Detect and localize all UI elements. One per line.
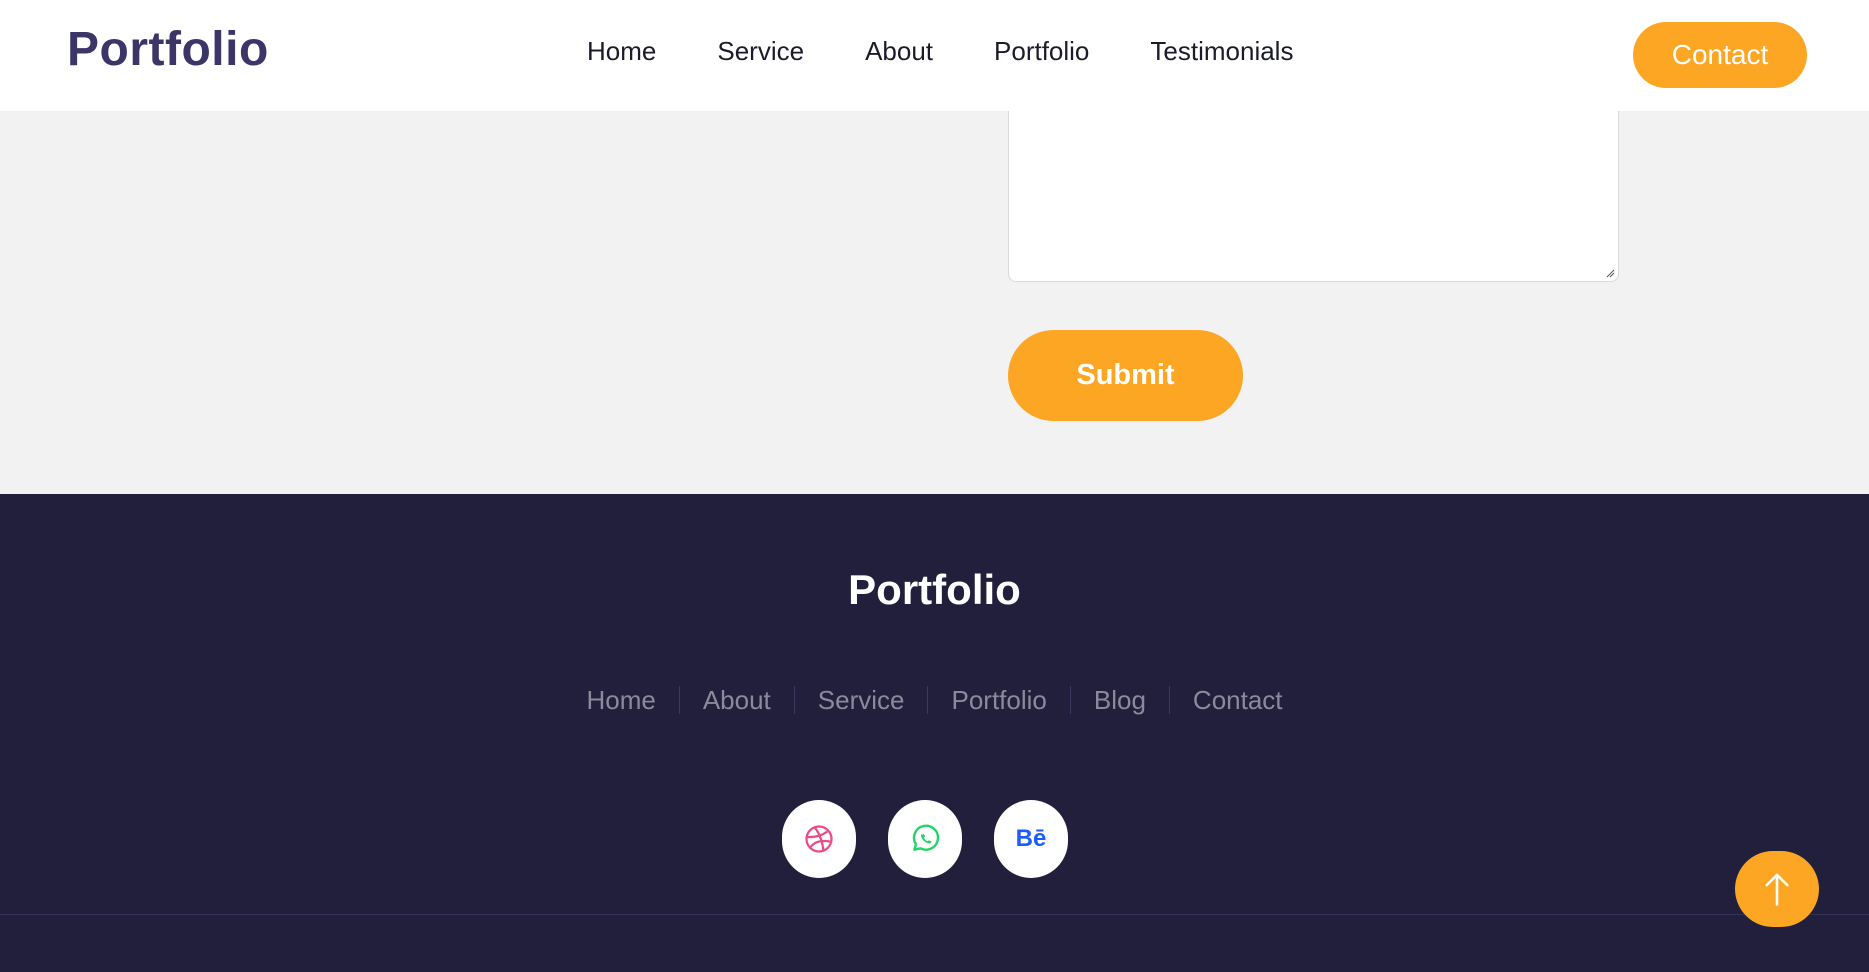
site-header: Portfolio Home Service About Portfolio T…	[0, 0, 1869, 111]
nav-item-portfolio[interactable]: Portfolio	[994, 36, 1089, 67]
message-textarea[interactable]	[1008, 90, 1619, 282]
footer-divider	[0, 914, 1869, 915]
scroll-to-top-button[interactable]	[1735, 851, 1819, 927]
dribbble-icon	[805, 825, 833, 853]
site-footer: Portfolio Home About Service Portfolio B…	[0, 494, 1869, 972]
dribbble-button[interactable]	[782, 800, 856, 878]
resize-grip-icon[interactable]	[1605, 268, 1615, 278]
main-nav: Home Service About Portfolio Testimonial…	[587, 36, 1293, 67]
contact-button[interactable]: Contact	[1633, 22, 1807, 88]
footer-nav-home[interactable]: Home	[563, 686, 678, 714]
footer-nav: Home About Service Portfolio Blog Contac…	[0, 686, 1869, 714]
nav-item-home[interactable]: Home	[587, 36, 656, 67]
submit-button[interactable]: Submit	[1008, 330, 1243, 421]
nav-item-service[interactable]: Service	[717, 36, 804, 67]
site-logo[interactable]: Portfolio	[67, 22, 269, 77]
arrow-up-icon	[1765, 873, 1789, 906]
footer-nav-service[interactable]: Service	[793, 686, 928, 714]
behance-button[interactable]: Bē	[994, 800, 1068, 878]
behance-icon: Bē	[1015, 825, 1047, 852]
page: Portfolio Home Service About Portfolio T…	[0, 0, 1869, 972]
social-links: Bē	[782, 800, 1068, 878]
footer-logo[interactable]: Portfolio	[0, 566, 1869, 614]
whatsapp-button[interactable]	[888, 800, 962, 878]
footer-nav-blog[interactable]: Blog	[1069, 686, 1169, 714]
footer-nav-contact[interactable]: Contact	[1168, 686, 1306, 714]
whatsapp-icon	[912, 824, 940, 851]
nav-item-about[interactable]: About	[865, 36, 933, 67]
footer-nav-about[interactable]: About	[678, 686, 794, 714]
footer-nav-portfolio[interactable]: Portfolio	[927, 686, 1069, 714]
nav-item-testimonials[interactable]: Testimonials	[1150, 36, 1293, 67]
